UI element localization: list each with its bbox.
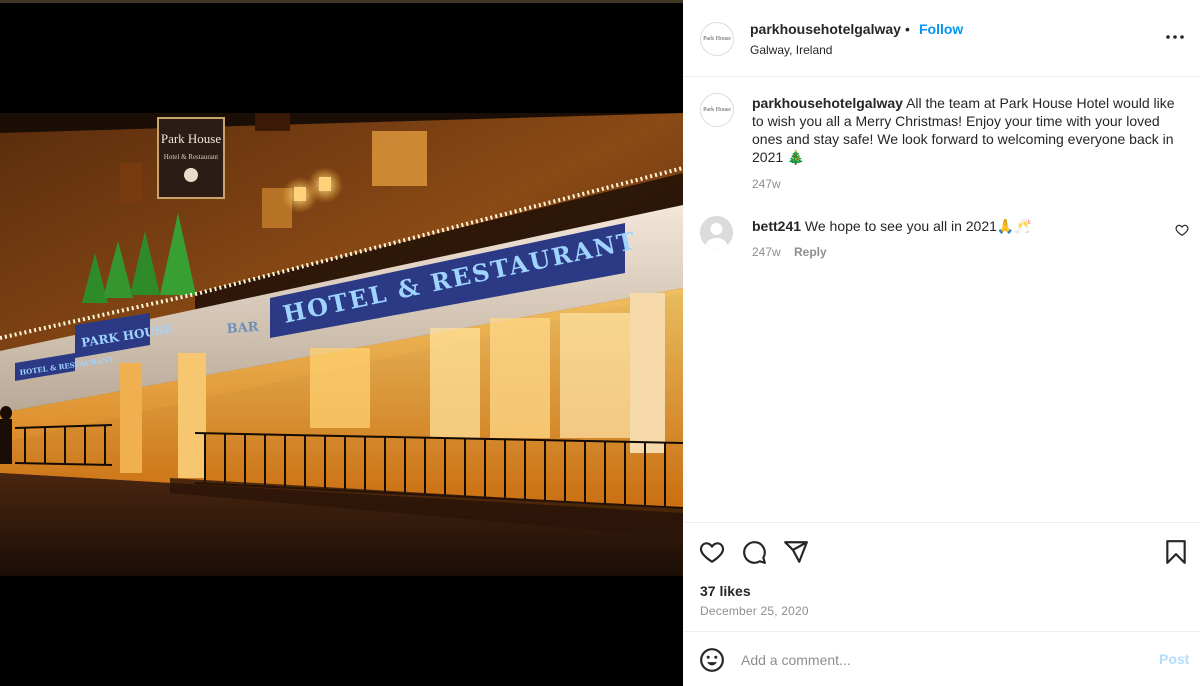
comment-timestamp[interactable]: 247w: [752, 245, 781, 259]
caption-timestamp[interactable]: 247w: [752, 177, 781, 191]
share-icon[interactable]: [783, 539, 809, 565]
bookmark-icon[interactable]: [1163, 539, 1189, 565]
comment-like-heart-icon[interactable]: [1175, 223, 1189, 237]
comment-text: bett241 We hope to see you all in 2021🙏🥂: [752, 217, 1032, 235]
account-avatar[interactable]: Park House: [700, 22, 734, 56]
post-caption: parkhousehotelgalway All the team at Par…: [752, 94, 1182, 166]
likes-count[interactable]: 37 likes: [700, 583, 751, 599]
comment-username[interactable]: bett241: [752, 218, 801, 234]
hotel-facade-illustration: Park House Hotel & Restaurant HOTEL & RE…: [0, 113, 683, 576]
heart-icon[interactable]: [699, 539, 725, 565]
park-house-logo-icon: Park House: [703, 107, 731, 113]
hanging-sign-text: Park House: [161, 131, 222, 146]
comments-section[interactable]: Park House parkhousehotelgalway All the …: [683, 78, 1200, 522]
post-date[interactable]: December 25, 2020: [700, 604, 809, 618]
header-separator: •: [905, 21, 910, 37]
comment-body: We hope to see you all in 2021🙏🥂: [804, 218, 1032, 234]
more-horizontal-icon: [1166, 35, 1184, 39]
post-location[interactable]: Galway, Ireland: [750, 43, 832, 57]
post-actions: 37 likes December 25, 2020: [683, 522, 1200, 630]
follow-button[interactable]: Follow: [919, 21, 963, 37]
emoji-icon[interactable]: [699, 647, 725, 673]
caption-username[interactable]: parkhousehotelgalway: [752, 95, 903, 111]
post-media[interactable]: Park House Hotel & Restaurant HOTEL & RE…: [0, 0, 683, 686]
default-user-icon: [700, 216, 733, 249]
add-comment-bar: Post: [683, 631, 1200, 686]
comment-reply-button[interactable]: Reply: [794, 245, 827, 259]
sign-bar: BAR: [226, 320, 259, 337]
hanging-sign-subtext: Hotel & Restaurant: [164, 153, 218, 161]
hotel-photo[interactable]: Park House Hotel & Restaurant HOTEL & RE…: [0, 113, 683, 576]
comment-icon[interactable]: [741, 539, 767, 565]
caption-avatar[interactable]: Park House: [700, 93, 734, 127]
post-comment-button[interactable]: Post: [1159, 651, 1189, 667]
commenter-avatar[interactable]: [700, 216, 733, 249]
post-header: Park House parkhousehotelgalway • Follow…: [683, 0, 1200, 77]
post-panel: Park House parkhousehotelgalway • Follow…: [683, 0, 1200, 686]
account-username[interactable]: parkhousehotelgalway: [750, 21, 901, 37]
more-options-button[interactable]: [1163, 27, 1187, 47]
media-top-strip: [0, 0, 683, 3]
comment-input[interactable]: [741, 647, 1141, 673]
park-house-logo-icon: Park House: [703, 36, 731, 42]
